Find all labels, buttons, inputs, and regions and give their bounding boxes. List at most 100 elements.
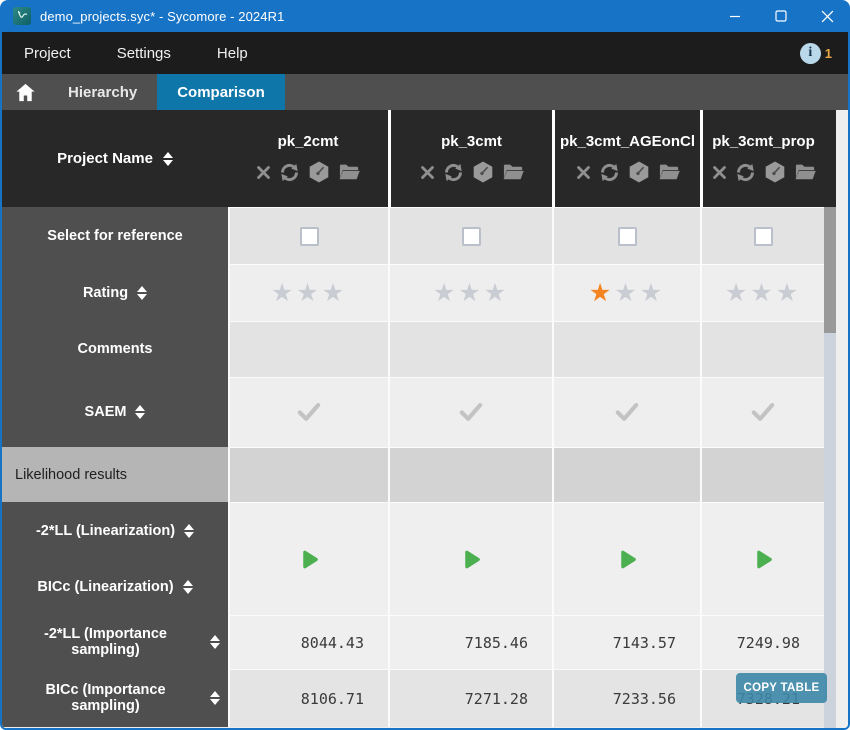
value-cell: 8044.43 bbox=[228, 615, 388, 669]
remove-icon[interactable] bbox=[255, 164, 272, 181]
column-header-project-name[interactable]: Project Name bbox=[2, 110, 228, 207]
comparison-table: Project Name pk_2cmt pk_3cmt bbox=[2, 110, 848, 728]
notification-count: 1 bbox=[825, 46, 832, 61]
section-cell bbox=[228, 447, 388, 502]
comment-cell[interactable] bbox=[388, 321, 552, 377]
row-label-ll-linearization[interactable]: -2*LL (Linearization) bbox=[2, 502, 228, 559]
sort-icon[interactable] bbox=[135, 405, 145, 419]
notifications[interactable]: i 1 bbox=[800, 43, 832, 64]
row-label-text: -2*LL (Linearization) bbox=[36, 523, 175, 539]
row-label-saem[interactable]: SAEM bbox=[2, 377, 228, 447]
project-column-title: pk_2cmt bbox=[278, 133, 339, 150]
sort-icon[interactable] bbox=[184, 524, 194, 538]
vertical-scrollbar[interactable] bbox=[824, 207, 836, 728]
linearization-run-cell bbox=[552, 502, 700, 615]
project-column-title: pk_3cmt_AGEonCl bbox=[560, 133, 695, 150]
run-icon[interactable] bbox=[615, 547, 640, 572]
value-cell: 7185.46 bbox=[388, 615, 552, 669]
star-rating[interactable]: ★★★ bbox=[271, 281, 347, 306]
monolix-shield-icon[interactable] bbox=[627, 160, 651, 184]
maximize-button[interactable] bbox=[758, 0, 804, 32]
run-icon[interactable] bbox=[751, 547, 776, 572]
row-label-bicc-importance-sampling[interactable]: BICc (Importance sampling) bbox=[2, 669, 228, 727]
star-rating[interactable]: ★★★ bbox=[433, 281, 509, 306]
sort-icon[interactable] bbox=[163, 152, 173, 166]
menu-project[interactable]: Project bbox=[2, 45, 93, 62]
sort-icon[interactable] bbox=[210, 691, 220, 705]
monolix-shield-icon[interactable] bbox=[763, 160, 787, 184]
sort-icon[interactable] bbox=[210, 635, 220, 649]
monolix-shield-icon[interactable] bbox=[471, 160, 495, 184]
run-icon[interactable] bbox=[297, 547, 322, 572]
home-button[interactable] bbox=[2, 74, 48, 110]
row-label-bicc-linearization[interactable]: BICc (Linearization) bbox=[2, 559, 228, 615]
open-folder-icon[interactable] bbox=[794, 162, 817, 182]
row-label-select-for-reference: Select for reference bbox=[2, 207, 228, 264]
value-cell: 7271.28 bbox=[388, 669, 552, 727]
open-folder-icon[interactable] bbox=[502, 162, 525, 182]
check-icon bbox=[613, 401, 641, 424]
tab-comparison[interactable]: Comparison bbox=[157, 74, 285, 110]
reload-icon[interactable] bbox=[735, 162, 756, 183]
row-label-text: Select for reference bbox=[47, 228, 182, 244]
window-title: demo_projects.syc* - Sycomore - 2024R1 bbox=[40, 9, 284, 24]
reference-checkbox[interactable] bbox=[300, 227, 319, 246]
reload-icon[interactable] bbox=[279, 162, 300, 183]
comment-cell[interactable] bbox=[552, 321, 700, 377]
open-folder-icon[interactable] bbox=[338, 162, 361, 182]
minimize-button[interactable] bbox=[712, 0, 758, 32]
column-header-pk_3cmt_AGEonCl: pk_3cmt_AGEonCl bbox=[552, 110, 700, 207]
menu-help[interactable]: Help bbox=[193, 45, 270, 62]
star-icon: ★ bbox=[433, 279, 458, 307]
project-actions bbox=[711, 160, 817, 184]
value-cell: 7233.56 bbox=[552, 669, 700, 727]
copy-table-button[interactable]: COPY TABLE bbox=[736, 673, 827, 703]
star-rating[interactable]: ★★★ bbox=[725, 281, 801, 306]
tab-hierarchy[interactable]: Hierarchy bbox=[48, 74, 157, 110]
reference-checkbox[interactable] bbox=[462, 227, 481, 246]
reference-cell bbox=[700, 207, 824, 264]
remove-icon[interactable] bbox=[419, 164, 436, 181]
comment-cell[interactable] bbox=[228, 321, 388, 377]
star-icon: ★ bbox=[640, 279, 665, 307]
star-icon: ★ bbox=[296, 279, 321, 307]
star-rating[interactable]: ★★★ bbox=[589, 281, 665, 306]
sort-icon[interactable] bbox=[137, 286, 147, 300]
sort-icon[interactable] bbox=[183, 580, 193, 594]
linearization-run-cell bbox=[700, 502, 824, 615]
tab-bar: Hierarchy Comparison bbox=[2, 74, 848, 110]
close-button[interactable] bbox=[804, 0, 850, 32]
row-label-rating[interactable]: Rating bbox=[2, 264, 228, 321]
project-actions bbox=[255, 160, 361, 184]
linearization-run-cell bbox=[388, 502, 552, 615]
rating-cell: ★★★ bbox=[388, 264, 552, 321]
row-label-text: BICc (Linearization) bbox=[37, 579, 173, 595]
project-name-label: Project Name bbox=[57, 150, 153, 167]
remove-icon[interactable] bbox=[575, 164, 592, 181]
row-label-text: -2*LL (Importance sampling) bbox=[10, 626, 201, 658]
info-icon[interactable]: i bbox=[800, 43, 821, 64]
section-header-text: Likelihood results bbox=[15, 467, 127, 483]
reload-icon[interactable] bbox=[599, 162, 620, 183]
reload-icon[interactable] bbox=[443, 162, 464, 183]
window-controls bbox=[712, 0, 850, 32]
star-icon: ★ bbox=[271, 279, 296, 307]
comment-cell[interactable] bbox=[700, 321, 824, 377]
app-window: demo_projects.syc* - Sycomore - 2024R1 P… bbox=[0, 0, 850, 730]
reference-checkbox[interactable] bbox=[754, 227, 773, 246]
row-label-ll-importance-sampling[interactable]: -2*LL (Importance sampling) bbox=[2, 615, 228, 669]
open-folder-icon[interactable] bbox=[658, 162, 681, 182]
row-label-text: Comments bbox=[78, 341, 153, 357]
menu-settings[interactable]: Settings bbox=[93, 45, 193, 62]
remove-icon[interactable] bbox=[711, 164, 728, 181]
sycomore-app-icon bbox=[13, 7, 31, 25]
project-actions bbox=[575, 160, 681, 184]
project-column-title: pk_3cmt bbox=[441, 133, 502, 150]
run-icon[interactable] bbox=[459, 547, 484, 572]
titlebar[interactable]: demo_projects.syc* - Sycomore - 2024R1 bbox=[0, 0, 850, 32]
check-icon bbox=[295, 401, 323, 424]
scrollbar-thumb[interactable] bbox=[824, 207, 836, 333]
monolix-shield-icon[interactable] bbox=[307, 160, 331, 184]
table-grid: Project Name pk_2cmt pk_3cmt bbox=[2, 110, 824, 727]
reference-checkbox[interactable] bbox=[618, 227, 637, 246]
